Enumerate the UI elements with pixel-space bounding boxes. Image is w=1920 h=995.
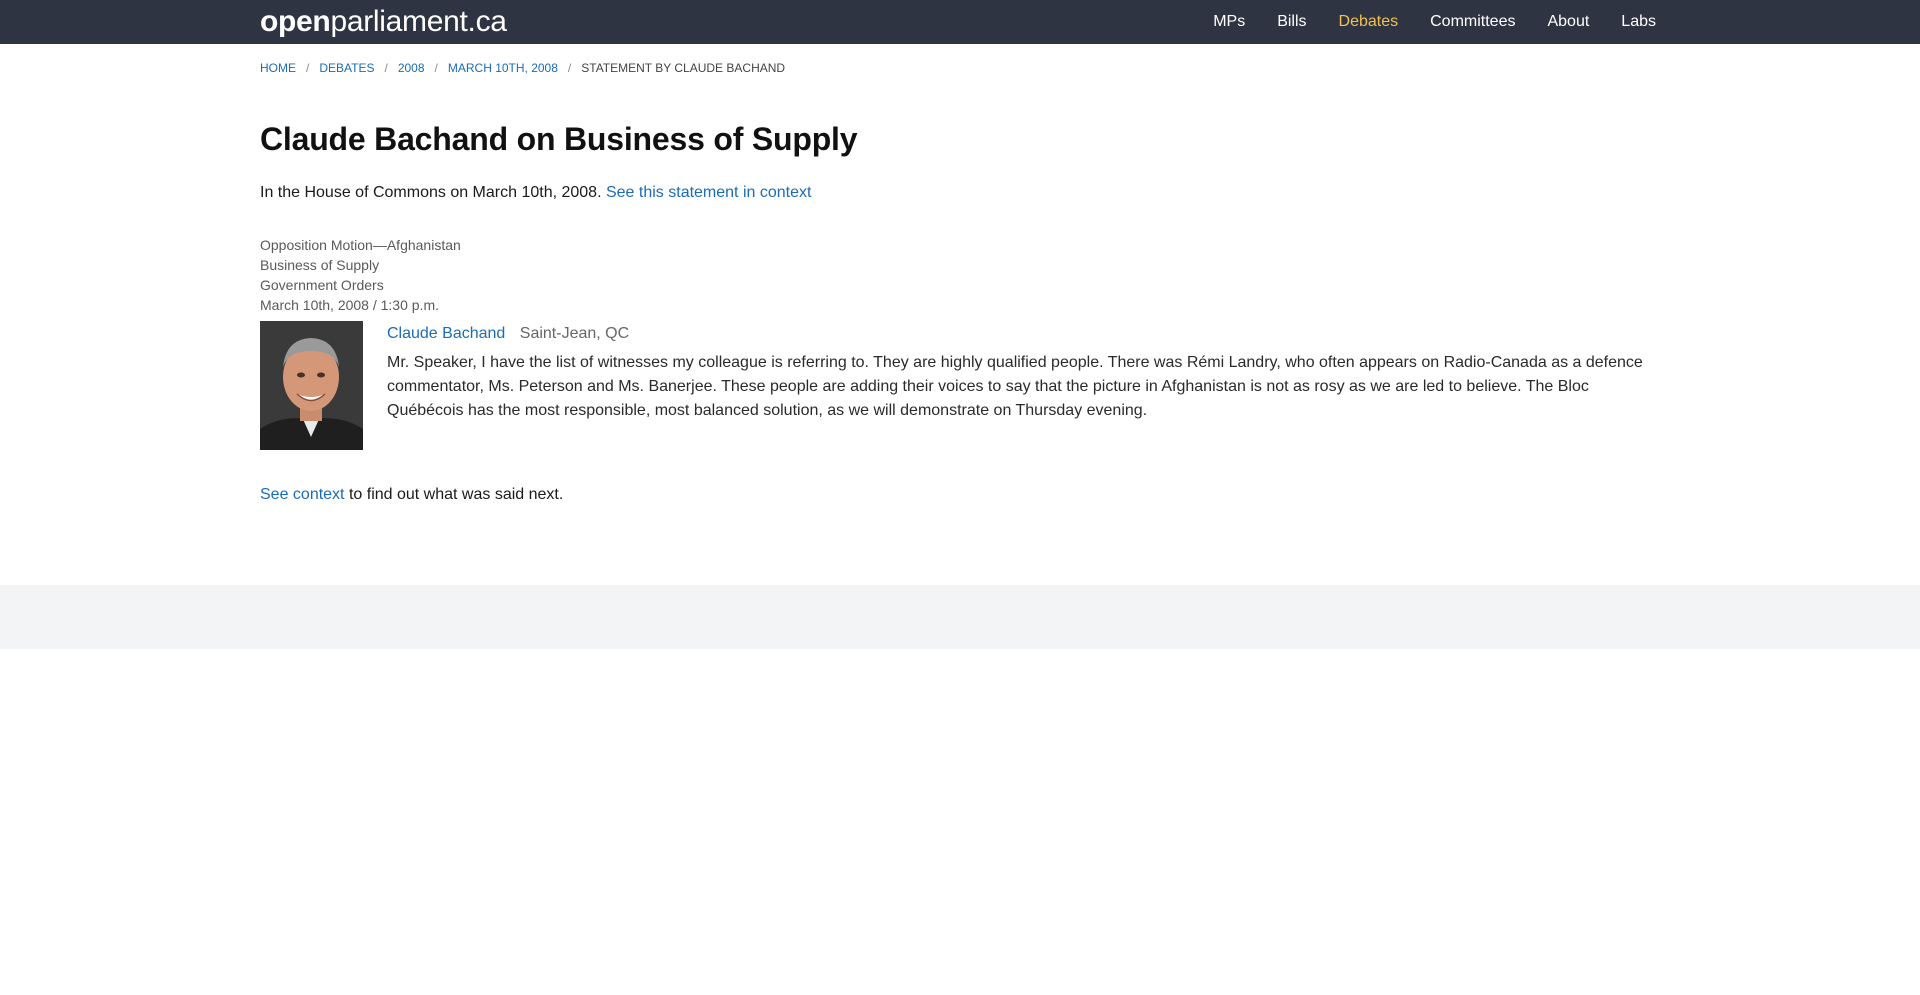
speaker-photo[interactable] [260,321,363,450]
breadcrumb-date[interactable]: MARCH 10TH, 2008 [448,61,558,75]
meta-section: Business of Supply [260,257,380,273]
breadcrumb-separator: / [567,61,572,75]
speaker-name-link[interactable]: Claude Bachand [387,325,505,342]
breadcrumb-separator: / [384,61,388,75]
next-suffix: to find out what was said next. [348,486,564,503]
top-navbar: openparliament.ca MPs Bills Debates Comm… [0,0,1920,44]
logo-bold-part: open [260,5,331,38]
speaker-line: Claude Bachand Saint-Jean, QC [387,325,1656,343]
next-context-line: See context to find out what was said ne… [260,486,1656,504]
nav-item-about[interactable]: About [1547,13,1589,31]
breadcrumb-current: STATEMENT BY CLAUDE BACHAND [581,61,786,75]
nav-item-bills[interactable]: Bills [1277,13,1306,31]
breadcrumb-separator: / [434,61,438,75]
meta-topic: Opposition Motion—Afghanistan [260,237,461,253]
nav-item-debates[interactable]: Debates [1339,13,1399,31]
nav-item-mps[interactable]: MPs [1213,13,1245,31]
main-nav: MPs Bills Debates Committees About Labs [1181,0,1656,44]
main-content: HOME / DEBATES / 2008 / MARCH 10TH, 2008… [260,61,1656,504]
see-context-link[interactable]: See context [260,486,345,503]
see-in-context-link[interactable]: See this statement in context [606,184,811,201]
footer-band [0,585,1920,649]
statement-text: Mr. Speaker, I have the list of witnesse… [387,354,1643,419]
meta-category: Government Orders [260,277,384,293]
breadcrumb-home[interactable]: HOME [260,61,296,75]
breadcrumb-separator: / [306,61,310,75]
debate-metadata: Opposition Motion—Afghanistan Business o… [260,235,1656,315]
context-line: In the House of Commons on March 10th, 2… [260,184,1656,202]
nav-item-committees[interactable]: Committees [1430,13,1515,31]
speaker-riding: Saint-Jean, QC [519,325,630,342]
statement-body: Claude Bachand Saint-Jean, QC Mr. Speake… [387,325,1656,450]
breadcrumb: HOME / DEBATES / 2008 / MARCH 10TH, 2008… [260,61,1656,75]
statement-block: Claude Bachand Saint-Jean, QC Mr. Speake… [260,321,1656,450]
page-title: Claude Bachand on Business of Supply [260,121,858,157]
speaker-portrait-image [260,321,363,450]
breadcrumb-debates[interactable]: DEBATES [319,61,374,75]
breadcrumb-year[interactable]: 2008 [398,61,425,75]
meta-datetime: March 10th, 2008 / 1:30 p.m. [260,297,439,313]
nav-item-labs[interactable]: Labs [1621,13,1656,31]
logo-main-part: parliament [330,5,468,38]
site-logo[interactable]: openparliament.ca [260,0,507,44]
logo-tld: .ca [467,5,507,38]
context-prefix: In the House of Commons on March 10th, 2… [260,184,602,201]
